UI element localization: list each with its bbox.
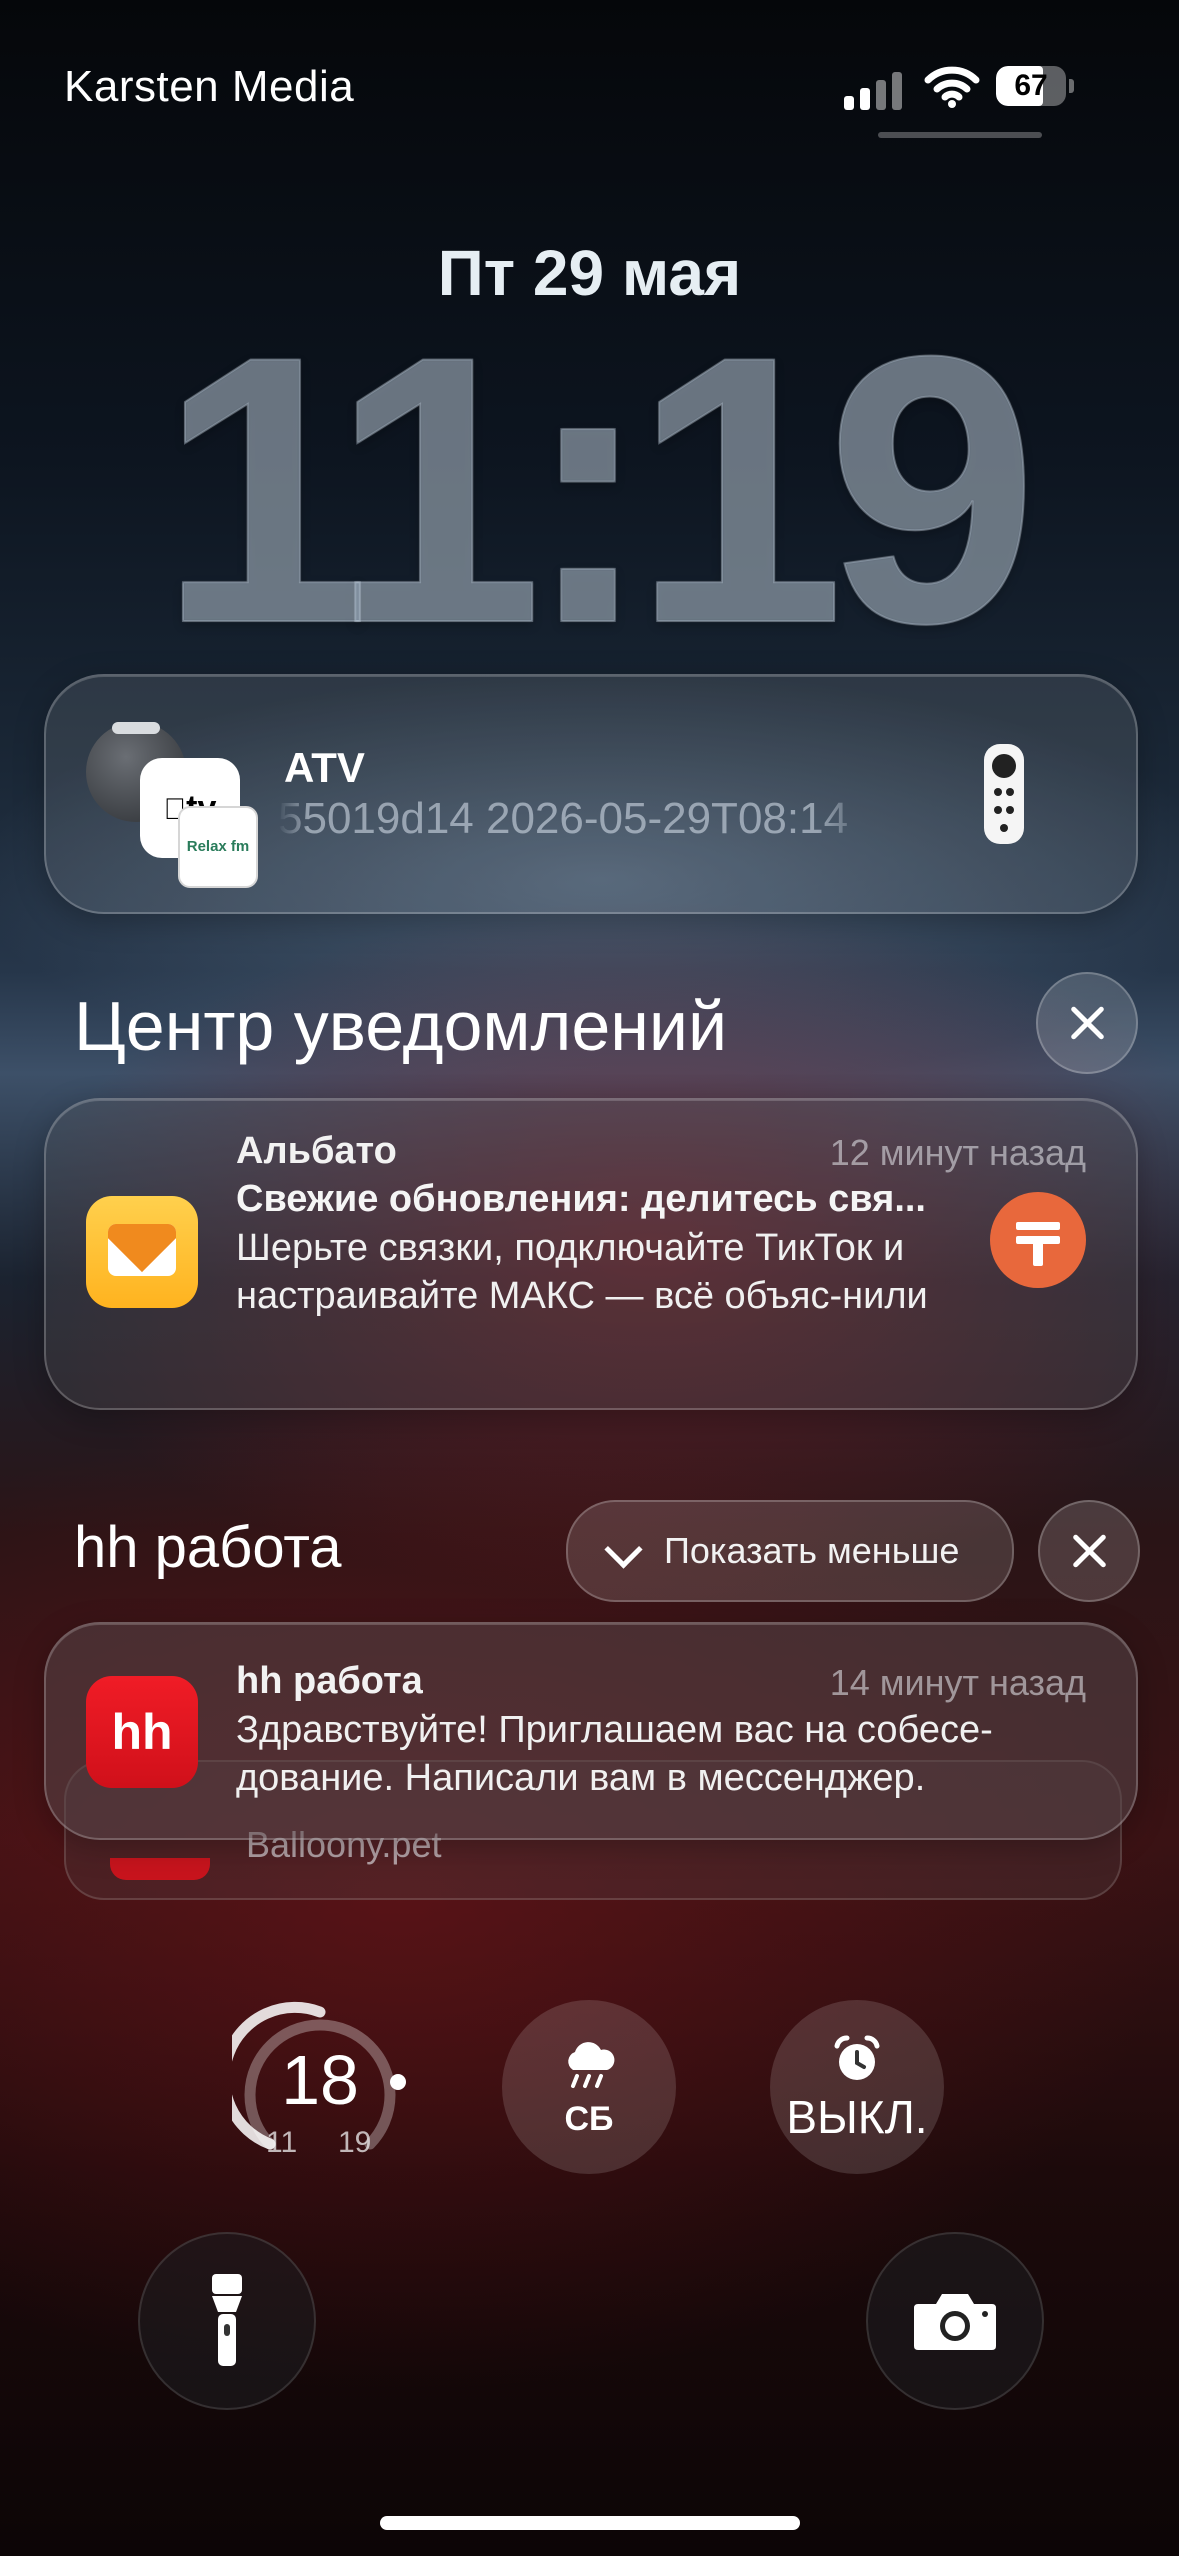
notification-app-name: Альбато [236, 1130, 397, 1172]
temperature-value: 18 [281, 2041, 359, 2119]
now-playing-title: ATV [284, 744, 365, 791]
notification-time: 14 минут назад [829, 1662, 1086, 1703]
battery-percent: 67 [1014, 69, 1048, 102]
group-title: hh работа [74, 1515, 342, 1580]
flashlight-button[interactable] [138, 2232, 316, 2410]
stacked-app-icon [110, 1858, 210, 1880]
rain-cloud-icon [502, 2040, 676, 2095]
home-indicator[interactable] [380, 2516, 800, 2530]
alarm-clock-icon [770, 2034, 944, 2091]
relax-fm-icon: Relax fm [178, 806, 258, 888]
clear-all-button[interactable] [1036, 972, 1138, 1074]
weather-widget[interactable]: СБ [502, 2000, 676, 2174]
chevron-down-icon [604, 1530, 643, 1569]
post-logo-icon [990, 1192, 1086, 1288]
alarm-widget[interactable]: ВЫКЛ. [770, 2000, 944, 2174]
notification-headline: Свежие обновления: делитесь свя... [236, 1178, 926, 1220]
cellular-signal-icon [844, 70, 904, 110]
show-less-label: Показать меньше [664, 1530, 960, 1571]
close-icon [1069, 1005, 1105, 1041]
close-icon [1071, 1533, 1107, 1569]
show-less-button[interactable]: Показать меньше [566, 1500, 1014, 1602]
control-center-grabber[interactable] [878, 132, 1042, 138]
carrier-name: Karsten Media [64, 62, 355, 111]
hh-app-icon: hh [86, 1676, 198, 1788]
camera-icon [914, 2294, 996, 2350]
temperature-low: 11 [266, 2126, 298, 2159]
remote-icon[interactable] [984, 744, 1024, 844]
notification-body: Здравствуйте! Приглашаем вас на собесе-д… [236, 1709, 993, 1799]
now-playing-subtitle: 55019d14 2026-05-29T08:14 [278, 794, 849, 843]
temperature-high: 19 [338, 2126, 372, 2159]
lock-clock: 11:19 [158, 277, 1039, 702]
mail-app-icon [86, 1196, 198, 1308]
battery-indicator: 67 [996, 66, 1076, 108]
wifi-icon [924, 64, 980, 108]
clear-group-button[interactable] [1038, 1500, 1140, 1602]
flashlight-icon [212, 2274, 242, 2366]
alarm-status-label: ВЫКЛ. [786, 2091, 928, 2143]
notification-center-title: Центр уведомлений [74, 987, 728, 1065]
notification-app-name: hh работа [236, 1660, 423, 1702]
camera-button[interactable] [866, 2232, 1044, 2410]
weather-day-label: СБ [564, 2100, 614, 2138]
notification-body: Шерьте связки, подключайте ТикТок и наст… [236, 1227, 928, 1317]
notification-time: 12 минут назад [829, 1132, 1086, 1173]
